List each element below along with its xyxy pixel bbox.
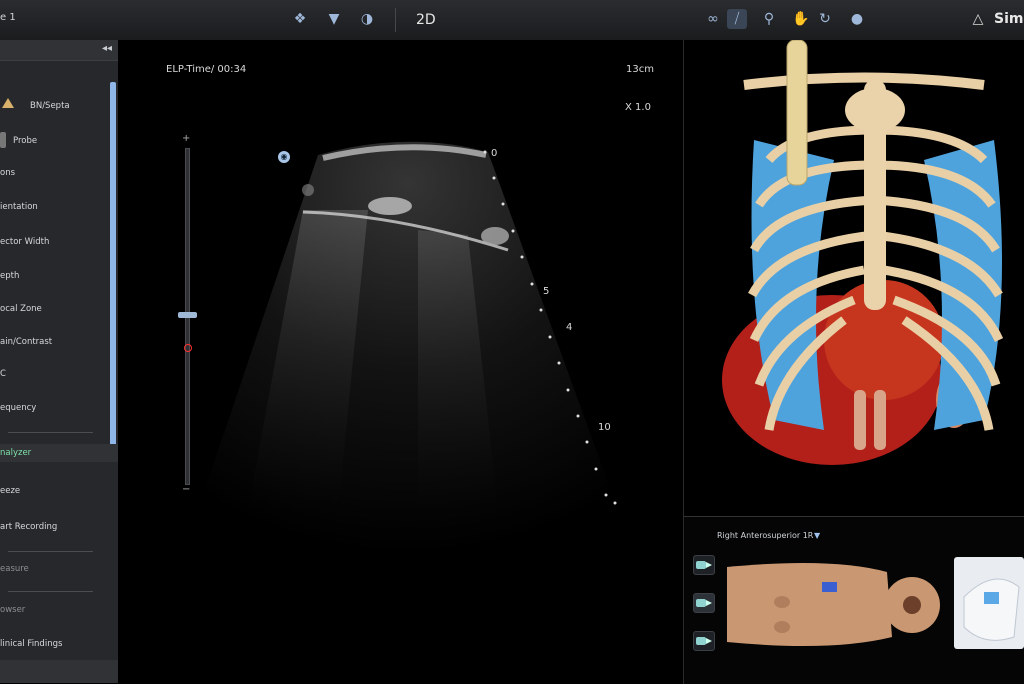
mode-2d-button[interactable]: 2D — [416, 12, 436, 28]
focus-depth-marker: 4 — [566, 322, 573, 333]
probe-thumbnail-image — [954, 557, 1024, 649]
measure-button[interactable]: easure — [0, 564, 29, 574]
start-recording-button[interactable]: art Recording — [0, 522, 57, 532]
rotate-hand-icon[interactable]: ✋ — [791, 9, 811, 29]
sidebar-header: ◂◂ — [0, 40, 118, 61]
toolbar-divider — [395, 8, 396, 32]
manikin-torso-image[interactable] — [722, 557, 947, 652]
sidebar-divider — [8, 432, 93, 433]
probe-icon[interactable]: ▼ — [324, 9, 344, 29]
probe-position-prev-button[interactable] — [693, 555, 715, 575]
sidebar-item-gain-contrast[interactable]: ain/Contrast — [0, 337, 52, 347]
zoom-icon[interactable]: ⚲ — [759, 9, 779, 29]
link-icon[interactable]: ∞ — [703, 9, 723, 29]
top-toolbar: e 1 ❖ ▼ ◑ 2D ∞ ⧸ ⚲ ✋ ↻ ● △ Sim — [0, 0, 1024, 41]
sidebar-divider — [8, 551, 93, 552]
teeth-icon[interactable]: ❖ — [290, 9, 310, 29]
probe-position-current-button[interactable] — [693, 593, 715, 613]
anatomy-3d-view[interactable] — [683, 39, 1024, 516]
sphere-icon[interactable]: ● — [847, 9, 867, 29]
ribcage-model — [722, 39, 1004, 465]
collapse-sidebar-button[interactable]: ◂◂ — [102, 43, 112, 54]
sidebar-item-bn-septa[interactable]: BN/Septa — [30, 101, 70, 111]
sidebar-item-sector-width[interactable]: ector Width — [0, 237, 49, 247]
light-bulb-icon[interactable]: ◑ — [357, 9, 377, 29]
sidebar-item-depth[interactable]: epth — [0, 271, 19, 281]
workspace-tab[interactable]: e 1 — [0, 12, 16, 23]
refresh-icon[interactable]: ↻ — [815, 9, 835, 29]
sidebar-divider — [8, 591, 93, 592]
sidebar-item-probe[interactable]: Probe — [13, 136, 37, 146]
sidebar-footer — [0, 660, 118, 683]
slash-probe-icon[interactable]: ⧸ — [727, 9, 747, 29]
sidebar-item-frequency[interactable]: equency — [0, 403, 36, 413]
control-sidebar: ◂◂ BN/Septa Probe ons ientation ector Wi… — [0, 40, 118, 683]
depth-marker-0: 0 — [491, 148, 498, 159]
sidebar-item-focal-zone[interactable]: ocal Zone — [0, 304, 42, 314]
sidebar-item-tgc[interactable]: C — [0, 369, 6, 379]
ultrasound-view[interactable]: ELP-Time/ 00:34 13cm X 1.0 + − ◉ 0 5 4 1… — [118, 40, 683, 683]
probe-icon — [696, 599, 712, 607]
probe-icon — [0, 132, 6, 148]
warning-icon — [2, 98, 14, 108]
probe-position-panel: Right Anterosuperior 1R ▼ — [683, 516, 1024, 684]
ultrasound-image — [198, 141, 618, 555]
freeze-button[interactable]: eeze — [0, 486, 20, 496]
analyzer-section[interactable]: nalyzer — [0, 444, 118, 462]
probe-icon — [696, 561, 712, 569]
probe-position-title: Right Anterosuperior 1R — [717, 531, 814, 540]
probe-position-next-button[interactable] — [693, 631, 715, 651]
sidebar-item-orientation[interactable]: ientation — [0, 202, 38, 212]
browser-button[interactable]: owser — [0, 605, 25, 615]
clinical-findings-button[interactable]: linical Findings — [0, 639, 62, 649]
app-logo-icon: △ — [972, 11, 984, 27]
depth-marker-10: 10 — [598, 422, 611, 433]
sidebar-scrollbar[interactable] — [110, 82, 116, 462]
brand-name: Sim — [994, 11, 1024, 27]
probe-position-dropdown-icon[interactable]: ▼ — [814, 531, 820, 540]
probe-icon — [696, 637, 712, 645]
depth-marker-5: 5 — [543, 286, 550, 297]
sidebar-item-presets[interactable]: ons — [0, 168, 15, 178]
analyzer-label: nalyzer — [0, 448, 32, 458]
